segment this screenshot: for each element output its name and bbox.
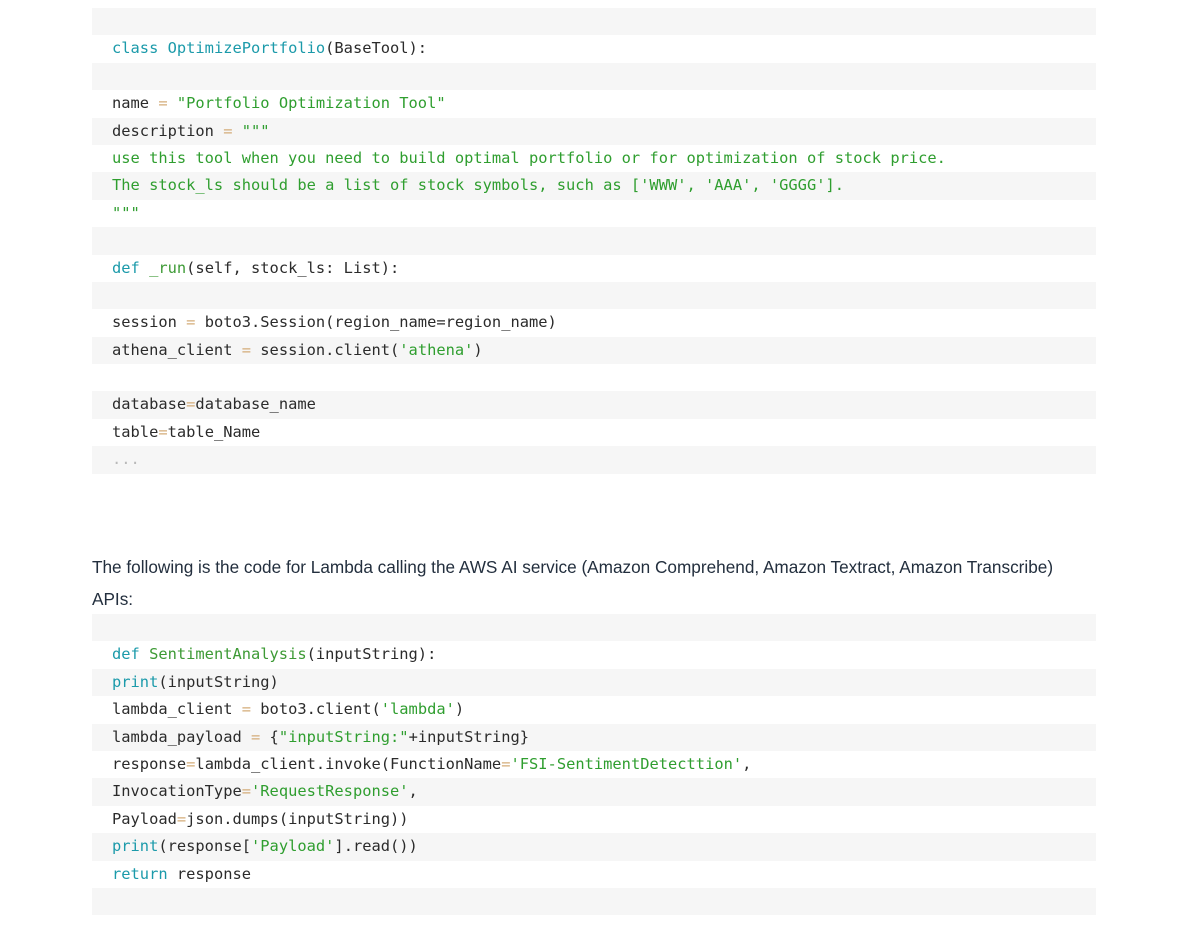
code-line: class OptimizePortfolio(BaseTool): [92, 35, 1096, 63]
code-token: class [112, 39, 168, 58]
code-token: = [158, 422, 168, 441]
code-token: +inputString} [408, 727, 530, 746]
code-token: _run [149, 258, 187, 277]
code-line: return response [92, 860, 1096, 888]
code-token: json.dumps(inputString)) [186, 809, 409, 828]
code-token: = [176, 809, 187, 828]
code-line: lambda_payload = {"inputString:"+inputSt… [92, 723, 1096, 751]
code-token: session [112, 313, 187, 332]
code-token: ) [473, 340, 483, 359]
code-token: database_name [195, 395, 316, 414]
code-token: lambda_client.invoke(FunctionName [195, 754, 502, 773]
code-token: { [269, 727, 279, 746]
code-token: = [158, 94, 177, 113]
code-token: (inputString) [158, 672, 279, 691]
code-token: response [112, 754, 187, 773]
code-token: """ [241, 121, 270, 140]
code-token: 'lambda' [380, 700, 455, 719]
code-line [92, 281, 1096, 310]
code-token: The stock_ls should be a list of stock s… [112, 176, 845, 195]
code-token: session.client( [260, 340, 400, 359]
code-token: (inputString): [306, 645, 437, 664]
code-line: use this tool when you need to build opt… [92, 144, 1096, 173]
code-token: (self, stock_ls: List): [186, 258, 400, 277]
code-token: lambda_client [112, 700, 242, 719]
code-line: Payload=json.dumps(inputString)) [92, 805, 1096, 834]
code-line: lambda_client = boto3.client('lambda') [92, 696, 1096, 724]
code-token: boto3.client( [260, 700, 381, 719]
code-token: """ [112, 203, 140, 222]
code-token: InvocationType [112, 782, 242, 801]
code-token: print [112, 837, 159, 856]
code-block-optimize-portfolio-tool[interactable]: class OptimizePortfolio(BaseTool): name … [92, 8, 1096, 502]
code-token: ) [454, 700, 465, 719]
code-token: "Portfolio Optimization Tool" [176, 94, 446, 113]
code-line: def _run(self, stock_ls: List): [92, 254, 1096, 282]
code-token: OptimizePortfolio [167, 39, 326, 58]
code-line: def SentimentAnalysis(inputString): [92, 641, 1096, 669]
code-token: SentimentAnalysis [149, 645, 307, 664]
code-line [92, 887, 1096, 916]
code-line [92, 614, 1096, 642]
code-line: """ [92, 199, 1096, 228]
code-token: boto3.Session(region_name=region_name) [204, 313, 557, 332]
code-token: def [112, 258, 150, 277]
code-token: = [241, 700, 261, 719]
code-token: athena_client [112, 340, 242, 359]
code-line [92, 227, 1096, 255]
code-line: The stock_ls should be a list of stock s… [92, 172, 1096, 200]
code-token: database [112, 395, 187, 414]
code-token: ... [112, 450, 140, 469]
code-token: = [241, 340, 261, 359]
code-token: = [223, 121, 242, 140]
code-token: lambda_payload [112, 727, 251, 746]
code-line: table=table_Name [92, 418, 1096, 447]
code-token: , [408, 782, 418, 801]
code-token: def [112, 645, 150, 664]
article-page: class OptimizePortfolio(BaseTool): name … [0, 0, 1200, 942]
code-token: ].read()) [334, 837, 418, 856]
code-token: , [742, 754, 752, 773]
code-line [92, 364, 1096, 392]
code-line: name = "Portfolio Optimization Tool" [92, 90, 1096, 118]
code-token: "inputString:" [278, 727, 409, 746]
code-line: print(inputString) [92, 668, 1096, 697]
code-line: response=lambda_client.invoke(FunctionNa… [92, 750, 1096, 779]
code-line: ... [92, 446, 1096, 474]
code-token: use this tool when you need to build opt… [112, 148, 946, 167]
code-token: = [186, 313, 205, 332]
code-token: return [112, 864, 177, 883]
code-token: name [112, 94, 159, 113]
code-token: table_Name [167, 422, 261, 441]
code-token: table [112, 422, 159, 441]
code-line: session = boto3.Session(region_name=regi… [92, 309, 1096, 337]
code-line: athena_client = session.client('athena') [92, 336, 1096, 365]
code-token: (BaseTool): [325, 39, 428, 58]
paragraph-lambda-ai-intro: The following is the code for Lambda cal… [92, 557, 1054, 610]
code-line [92, 473, 1096, 502]
code-token: 'FSI-SentimentDetecttion' [510, 754, 743, 773]
code-line [92, 62, 1096, 91]
code-token: 'athena' [399, 340, 474, 359]
code-token: 'RequestResponse' [251, 782, 409, 801]
code-token: print [112, 672, 159, 691]
code-line: description = """ [92, 117, 1096, 145]
code-line: database=database_name [92, 391, 1096, 419]
code-token: response [176, 864, 252, 883]
code-line: print(response['Payload'].read()) [92, 833, 1096, 861]
code-token: = [251, 727, 270, 746]
code-token: description [112, 121, 224, 140]
code-token: Payload [112, 809, 177, 828]
code-line [92, 8, 1096, 36]
code-line: InvocationType='RequestResponse', [92, 778, 1096, 806]
code-token: = [241, 782, 252, 801]
code-token: 'Payload' [251, 837, 335, 856]
code-block-lambda-sentiment-analysis[interactable]: def SentimentAnalysis(inputString): print… [92, 614, 1096, 916]
code-token: (response[ [158, 837, 252, 856]
